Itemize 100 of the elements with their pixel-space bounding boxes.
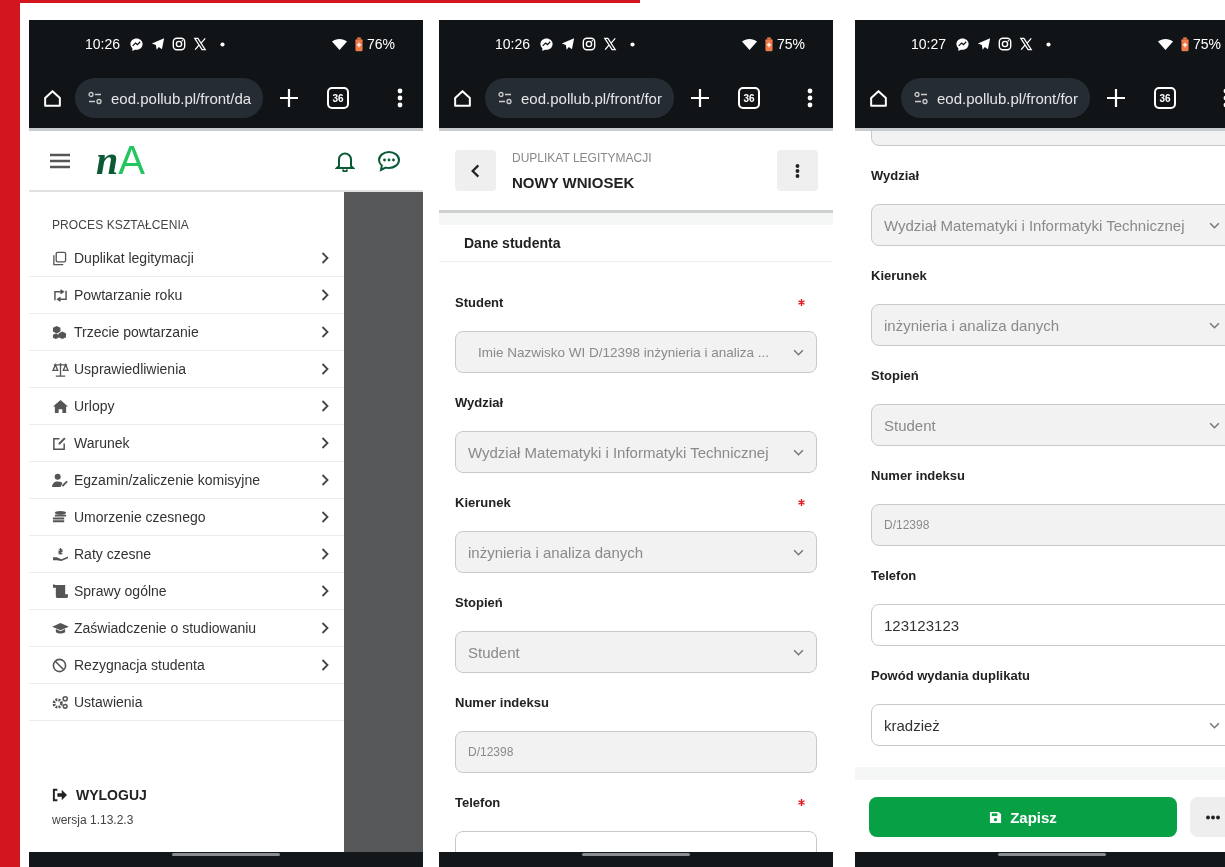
menu-item[interactable]: Urlopy [29, 388, 344, 425]
input-field[interactable]: 123123123 [871, 604, 1225, 646]
dot-icon [630, 41, 636, 47]
clock-time: 10:26 [495, 36, 531, 52]
paper-plane-icon [561, 37, 576, 51]
tune-icon[interactable] [497, 90, 513, 106]
menu-item[interactable]: Zaświadczenie o studiowaniu [29, 610, 344, 647]
dot-icon [1046, 41, 1052, 47]
ban-icon [52, 657, 67, 673]
more-vertical-icon [795, 162, 800, 179]
home-icon[interactable] [452, 87, 473, 109]
new-tab-icon[interactable] [1105, 88, 1126, 108]
more-button[interactable] [1190, 797, 1225, 837]
coins-icon [52, 509, 67, 525]
copy-icon [52, 250, 67, 266]
address-bar[interactable]: eod.pollub.pl/front/for [901, 78, 1090, 118]
more-horizontal-icon [1205, 814, 1221, 820]
battery-percent: 75% [1192, 36, 1221, 52]
cubes-icon [52, 324, 67, 340]
menu-item[interactable]: Usprawiedliwienia [29, 351, 344, 388]
field-label: Wydział [871, 167, 920, 183]
chevron-down-icon [793, 448, 804, 456]
logout-link[interactable]: WYLOGUJ [52, 787, 344, 803]
page-title: NOWY WNIOSEK [512, 173, 636, 191]
graduation-cap-icon [52, 621, 69, 635]
menu-icon[interactable] [807, 88, 813, 108]
menu-item[interactable]: Ustawienia [29, 684, 344, 721]
clock-time: 10:27 [911, 36, 947, 52]
battery-percent: 75% [776, 36, 805, 52]
field-label: Telefon [455, 794, 501, 810]
tab-count-button[interactable]: 36 [327, 87, 350, 109]
chevron-down-icon [1209, 321, 1220, 329]
chevron-down-icon [793, 348, 804, 356]
menu-item[interactable]: Trzecie powtarzanie [29, 314, 344, 351]
x-logo-icon [1019, 37, 1034, 51]
field-label: Powód wydania duplikatu [871, 667, 1030, 683]
chevron-down-icon [793, 548, 804, 556]
field-label: Wydział [455, 394, 504, 410]
home-icon[interactable] [868, 87, 889, 109]
tab-count-button[interactable]: 36 [737, 87, 760, 109]
chat-bubble-icon [955, 36, 971, 52]
field-label: Stopień [871, 367, 919, 383]
field-label: Telefon [871, 567, 917, 583]
chevron-down-icon [1209, 721, 1220, 729]
chat-bubble-icon [129, 36, 145, 52]
section-heading: Dane studenta [439, 225, 833, 262]
menu-item[interactable]: Raty czesne [29, 536, 344, 573]
address-bar[interactable]: eod.pollub.pl/front/da [75, 78, 264, 118]
wifi-icon [330, 37, 348, 51]
select-field[interactable]: kradzież [871, 704, 1225, 746]
more-button[interactable] [777, 150, 818, 191]
hand-coin-icon [52, 546, 69, 562]
address-bar[interactable]: eod.pollub.pl/front/for [485, 78, 674, 118]
wifi-icon [1156, 37, 1174, 51]
menu-item[interactable]: Umorzenie czesnego [29, 499, 344, 536]
edit-icon [52, 435, 67, 451]
menu-icon[interactable] [397, 88, 403, 108]
battery-icon [764, 36, 773, 52]
chevron-down-icon [793, 648, 804, 656]
section-heading: PROCES KSZTAŁCENIA [51, 217, 190, 234]
menu-item[interactable]: Rezygnacja studenta [29, 647, 344, 684]
version-text: wersja 1.13.2.3 [52, 813, 135, 827]
field-label: Stopień [455, 594, 503, 610]
page-subtitle: DUPLIKAT LEGITYMACJI [512, 150, 653, 165]
menu-item[interactable]: Duplikat legitymacji [29, 240, 344, 277]
menu-item[interactable]: Sprawy ogólne [29, 573, 344, 610]
gears-icon [52, 694, 69, 710]
tab-count-button[interactable]: 36 [1153, 87, 1176, 109]
menu-item[interactable]: Egzamin/zaliczenie komisyjne [29, 462, 344, 499]
wifi-icon [740, 37, 758, 51]
field-label: Numer indeksu [871, 467, 965, 483]
menu-item[interactable]: Powtarzanie roku [29, 277, 344, 314]
paper-plane-icon [977, 37, 992, 51]
menu-item[interactable]: Warunek [29, 425, 344, 462]
camera-icon [172, 37, 187, 51]
new-tab-icon[interactable] [689, 88, 710, 108]
house-icon [52, 398, 69, 414]
tune-icon[interactable] [87, 90, 103, 106]
x-logo-icon [603, 37, 618, 51]
tune-icon[interactable] [913, 90, 929, 106]
home-icon[interactable] [42, 87, 63, 109]
field-label: Kierunek [871, 267, 927, 283]
paper-plane-icon [151, 37, 166, 51]
new-tab-icon[interactable] [279, 88, 300, 108]
field-label: Numer indeksu [455, 694, 549, 710]
x-logo-icon [193, 37, 208, 51]
chevron-down-icon [1209, 421, 1220, 429]
scroll-icon [52, 583, 69, 599]
chat-bubble-icon [539, 36, 555, 52]
clock-time: 10:26 [85, 36, 121, 52]
user-pen-icon [52, 472, 69, 488]
camera-icon [582, 37, 597, 51]
back-button[interactable] [455, 150, 496, 191]
menu-icon[interactable] [50, 152, 70, 169]
field-label: Kierunek [455, 494, 511, 510]
chat-icon[interactable] [377, 149, 401, 172]
chevron-left-icon [471, 163, 480, 178]
battery-percent: 76% [366, 36, 395, 52]
sign-out-icon [52, 788, 68, 802]
battery-icon [1180, 36, 1189, 52]
